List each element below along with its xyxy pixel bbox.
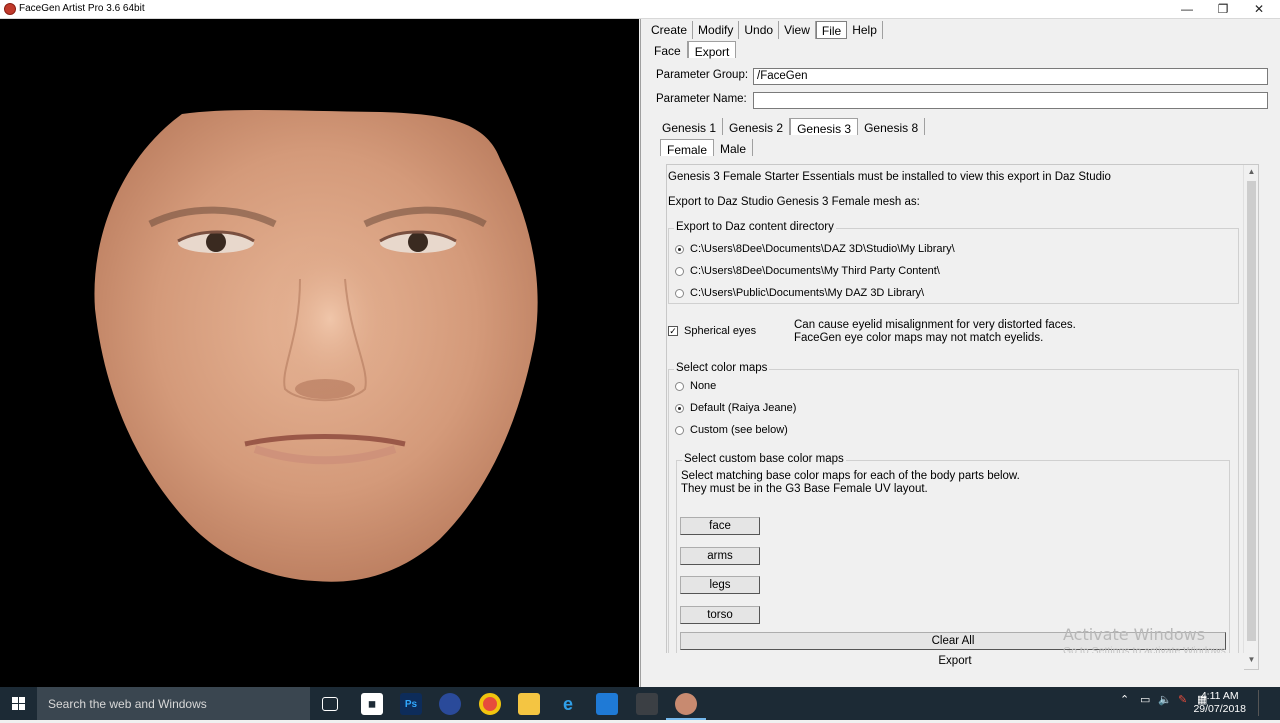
daz-studio-icon[interactable] [636,693,658,715]
parameter-name-label: Parameter Name: [656,93,747,105]
custom-color-maps-title: Select custom base color maps [682,453,846,465]
checkmark-icon: ✓ [668,326,678,336]
parameter-name-field[interactable] [753,92,1268,109]
tab-genesis-3[interactable]: Genesis 3 [790,118,859,136]
menu-view[interactable]: View [779,21,816,39]
tab-genesis-8[interactable]: Genesis 8 [858,118,926,135]
start-button[interactable] [0,687,36,720]
maximize-button[interactable]: ❐ [1205,0,1241,19]
color-option-default[interactable]: Default (Raiya Jeane) [675,402,796,414]
system-clock[interactable]: 4:11 AM 29/07/2018 [1193,690,1246,716]
taskbar: Search the web and Windows ◼ Ps e ⌃ ▭ 🔈 … [0,687,1280,720]
requirement-note: Genesis 3 Female Starter Essentials must… [668,171,1111,183]
menu-modify[interactable]: Modify [693,21,740,39]
dir-option-3[interactable]: C:\Users\Public\Documents\My DAZ 3D Libr… [675,287,924,299]
menu-create[interactable]: Create [646,21,694,39]
volume-icon[interactable]: 🔈 [1158,693,1172,706]
spherical-note-1: Can cause eyelid misalignment for very d… [794,319,1076,331]
radio-icon [675,288,684,298]
title-bar: FaceGen Artist Pro 3.6 64bit — ❐ ✕ [0,0,1280,19]
clock-time: 4:11 AM [1200,690,1239,702]
scroll-thumb[interactable] [1247,181,1256,641]
radio-icon [675,244,684,254]
dir-option-2[interactable]: C:\Users\8Dee\Documents\My Third Party C… [675,265,940,277]
subtab-bar: Face Export [648,41,737,59]
windows-logo-icon [12,697,25,710]
menu-help[interactable]: Help [847,21,883,39]
menu-bar: Create Modify Undo View File Help [646,21,883,39]
face-map-button[interactable]: face [680,517,760,535]
custom-instructions-1: Select matching base color maps for each… [681,470,1020,482]
genesis-tab-bar: Genesis 1 Genesis 2 Genesis 3 Genesis 8 [656,118,926,136]
cinema4d-icon[interactable] [439,693,461,715]
gender-tab-bar: Female Male [660,139,754,157]
clock-date: 29/07/2018 [1193,703,1246,715]
edge-icon[interactable]: e [557,693,579,715]
chrome-icon[interactable] [479,693,501,715]
parameter-group-label: Parameter Group: [656,69,749,81]
scroll-up-icon[interactable]: ▲ [1246,167,1257,179]
custom-instructions-2: They must be in the G3 Base Female UV la… [681,483,928,495]
close-button[interactable]: ✕ [1241,0,1277,19]
window-title: FaceGen Artist Pro 3.6 64bit [19,3,145,14]
radio-icon [675,425,684,435]
legs-map-button[interactable]: legs [680,576,760,594]
export-as-label: Export to Daz Studio Genesis 3 Female me… [668,196,920,208]
minimize-button[interactable]: — [1169,0,1205,19]
color-option-custom[interactable]: Custom (see below) [675,424,788,436]
spherical-eyes-checkbox[interactable]: ✓ Spherical eyes [668,325,756,337]
color-option-none[interactable]: None [675,380,716,392]
app-icon [4,3,16,15]
menu-undo[interactable]: Undo [739,21,780,39]
show-desktop-button[interactable] [1258,690,1276,716]
store-icon[interactable]: ◼ [361,693,383,715]
taskbar-search[interactable]: Search the web and Windows [37,687,310,720]
content-directory-group: Export to Daz content directory C:\Users… [668,221,1239,304]
content-scrollbar[interactable]: ▲ ▼ [1243,165,1258,669]
notification-app-icon[interactable]: ✎ [1178,693,1187,706]
radio-icon [675,403,684,413]
arms-map-button[interactable]: arms [680,547,760,565]
color-maps-title: Select color maps [674,362,770,374]
tab-face[interactable]: Face [648,41,688,58]
tray-overflow-icon[interactable]: ⌃ [1120,693,1129,706]
activate-windows-title: Activate Windows [1063,625,1206,644]
menu-file[interactable]: File [815,21,848,39]
search-placeholder: Search the web and Windows [48,697,207,711]
tab-male[interactable]: Male [714,139,754,156]
export-panel: Create Modify Undo View File Help Face E… [640,19,1280,687]
radio-icon [675,266,684,276]
radio-icon [675,381,684,391]
parameter-group-field[interactable]: /FaceGen [753,68,1268,85]
export-content: Genesis 3 Female Starter Essentials must… [666,164,1259,670]
tab-female[interactable]: Female [660,139,715,157]
scroll-down-icon[interactable]: ▼ [1246,655,1257,667]
layers-app-icon[interactable] [596,693,618,715]
tab-export[interactable]: Export [687,41,737,59]
face-model [94,109,538,582]
dir-option-1[interactable]: C:\Users\8Dee\Documents\DAZ 3D\Studio\My… [675,243,955,255]
color-maps-group: Select color maps None Default (Raiya Je… [668,362,1239,662]
tab-genesis-2[interactable]: Genesis 2 [723,118,791,135]
file-explorer-icon[interactable] [518,693,540,715]
network-icon[interactable]: ▭ [1140,693,1150,706]
torso-map-button[interactable]: torso [680,606,760,624]
export-button[interactable]: Export [666,653,1244,671]
content-directory-title: Export to Daz content directory [674,221,836,233]
task-view-icon[interactable] [322,697,338,711]
photoshop-icon[interactable]: Ps [400,693,422,715]
3d-viewport[interactable] [0,19,639,687]
tab-genesis-1[interactable]: Genesis 1 [656,118,724,135]
facegen-icon[interactable] [675,693,697,715]
spherical-note-2: FaceGen eye color maps may not match eye… [794,332,1044,344]
